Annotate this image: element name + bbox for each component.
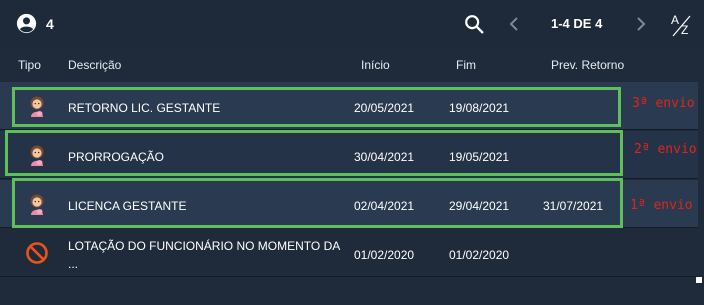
highlight-box xyxy=(5,130,623,176)
cell-descricao: LOTAÇÃO DO FUNCIONÁRIO NO MOMENTO DA ... xyxy=(68,239,340,271)
account-circle-icon xyxy=(16,13,37,34)
highlight-box xyxy=(12,178,623,228)
annotation-label: 3ª envio xyxy=(632,96,695,111)
column-header-inicio[interactable]: Início xyxy=(361,58,390,72)
chevron-left-icon[interactable] xyxy=(507,16,521,32)
table-footer xyxy=(0,278,704,305)
cell-fim: 01/02/2020 xyxy=(449,248,510,262)
blocked-icon xyxy=(26,242,48,264)
table-header: Tipo Descrição Início Fim Prev. Retorno xyxy=(0,48,704,82)
column-header-descricao[interactable]: Descrição xyxy=(68,58,121,72)
annotation-label: 1ª envio xyxy=(630,198,693,213)
highlight-box xyxy=(12,87,621,127)
toolbar: 4 1-4 DE 4 A Z xyxy=(0,0,704,48)
search-icon[interactable] xyxy=(463,13,485,35)
record-count: 4 xyxy=(46,16,54,32)
resize-handle[interactable] xyxy=(696,277,702,283)
chevron-right-icon[interactable] xyxy=(634,16,648,32)
pagination-label: 1-4 DE 4 xyxy=(551,16,603,31)
column-header-tipo[interactable]: Tipo xyxy=(18,58,41,72)
table-row[interactable]: LOTAÇÃO DO FUNCIONÁRIO NO MOMENTO DA ...… xyxy=(0,229,698,277)
column-header-fim[interactable]: Fim xyxy=(456,58,476,72)
svg-text:A: A xyxy=(671,13,679,27)
sort-az-icon[interactable]: A Z xyxy=(670,12,694,38)
cell-inicio: 01/02/2020 xyxy=(354,248,415,262)
annotation-label: 2ª envio xyxy=(634,142,697,157)
column-header-prev-retorno[interactable]: Prev. Retorno xyxy=(551,58,624,72)
